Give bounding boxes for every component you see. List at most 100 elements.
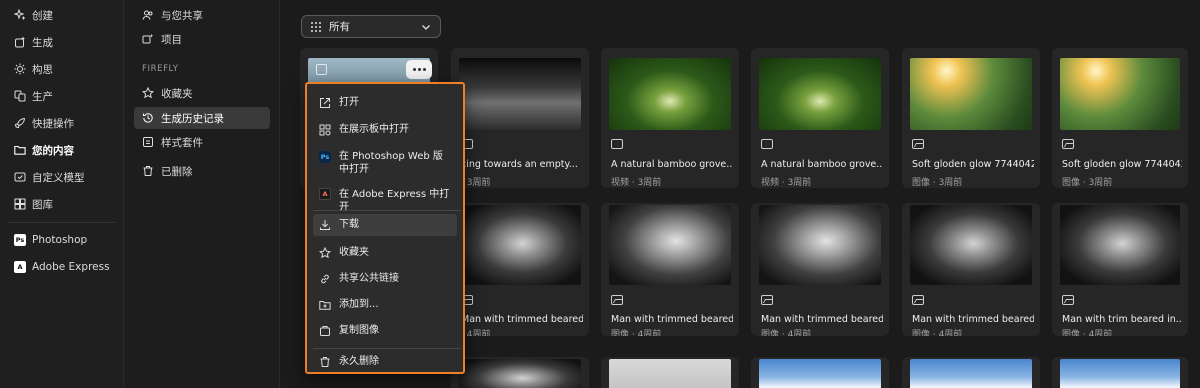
left-rail: 创建 生成 构思 生产 快捷操作 您的内容 自定义模型 图库 Ps Photos… <box>0 0 124 388</box>
image-icon <box>761 295 773 305</box>
asset-card[interactable]: Man with trim beared in... 图像 · 4周前 <box>1052 203 1188 336</box>
folder-add-icon <box>319 299 331 311</box>
asset-type-filter[interactable]: 所有 <box>301 15 441 38</box>
asset-card[interactable] <box>451 357 589 388</box>
asset-thumbnail[interactable] <box>1060 58 1180 130</box>
panel-item-style-kits[interactable]: 样式套件 <box>134 131 270 153</box>
download-icon <box>319 219 331 231</box>
asset-thumbnail[interactable] <box>759 359 881 388</box>
asset-title: Man with trimmed beared... <box>761 314 883 325</box>
asset-thumbnail[interactable] <box>1060 359 1180 388</box>
people-icon <box>142 9 154 21</box>
rail-item-generate[interactable]: 生成 <box>8 30 116 54</box>
rail-item-label: 生成 <box>32 36 53 49</box>
rail-item-quick-actions[interactable]: 快捷操作 <box>8 111 116 135</box>
rail-item-label: 构思 <box>32 63 53 76</box>
section-heading-firefly: FIREFLY <box>142 64 179 74</box>
gallery-icon <box>14 198 26 210</box>
image-icon <box>912 139 924 149</box>
rail-item-label: Photoshop <box>32 234 88 246</box>
asset-thumbnail[interactable] <box>459 205 581 285</box>
asset-card[interactable] <box>751 357 889 388</box>
menu-item-download[interactable]: 下载 <box>313 214 457 236</box>
rail-divider <box>8 222 116 223</box>
asset-card[interactable]: Man with trimmed beared... · 4周前 <box>451 203 589 336</box>
asset-card[interactable]: Man with trimmed beared... 图像 · 4周前 <box>601 203 739 336</box>
menu-item-label: 在 Photoshop Web 版中打开 <box>339 151 443 175</box>
panel-item-generation-history[interactable]: 生成历史记录 <box>134 107 270 129</box>
folder-icon <box>14 144 26 156</box>
asset-title: Man with trimmed beared... <box>611 314 733 325</box>
asset-thumbnail[interactable] <box>910 58 1032 130</box>
adobe-express-icon: A <box>319 188 331 200</box>
link-icon <box>319 273 331 285</box>
image-icon <box>1062 295 1074 305</box>
board-icon <box>319 124 331 136</box>
menu-item-label: 在展示板中打开 <box>339 124 409 135</box>
asset-thumbnail[interactable] <box>609 205 731 285</box>
asset-thumbnail[interactable] <box>609 58 731 130</box>
rail-item-create[interactable]: 创建 <box>8 3 116 27</box>
asset-card[interactable] <box>601 357 739 388</box>
asset-card[interactable]: Man with trimmed beared... 图像 · 4周前 <box>902 203 1040 336</box>
menu-item-open-in-board[interactable]: 在展示板中打开 <box>313 123 457 139</box>
rail-item-ideate[interactable]: 构思 <box>8 57 116 81</box>
select-checkbox[interactable] <box>316 64 327 75</box>
asset-thumbnail[interactable] <box>759 205 881 285</box>
asset-thumbnail[interactable] <box>910 205 1032 285</box>
more-options-button[interactable] <box>406 60 432 79</box>
asset-card[interactable]: A natural bamboo grove... 视频 · 3周前 <box>751 48 889 188</box>
asset-card[interactable] <box>902 357 1040 388</box>
rail-item-produce[interactable]: 生产 <box>8 84 116 108</box>
adobe-express-icon: A <box>14 261 26 273</box>
asset-card[interactable]: Soft gloden glow 77440429... 图像 · 3周前 <box>1052 48 1188 188</box>
filter-value: 所有 <box>329 21 350 33</box>
panel-item-shared-with-you[interactable]: 与您共享 <box>134 4 270 26</box>
asset-meta: 图像 · 3周前 <box>1062 178 1113 188</box>
menu-item-share-public-link[interactable]: 共享公共链接 <box>313 272 457 288</box>
asset-thumbnail[interactable] <box>1060 205 1180 285</box>
menu-item-favorites[interactable]: 收藏夹 <box>313 246 457 262</box>
menu-item-open-in-adobe-express[interactable]: A 在 Adobe Express 中打开 <box>313 188 457 213</box>
panel-item-deleted[interactable]: 已删除 <box>134 160 270 182</box>
star-icon <box>142 87 154 99</box>
panel-item-favorites[interactable]: 收藏夹 <box>134 82 270 104</box>
asset-card[interactable]: A natural bamboo grove... 视频 · 3周前 <box>601 48 739 188</box>
custom-model-icon <box>14 171 26 183</box>
menu-item-add-to[interactable]: 添加到... <box>313 298 457 314</box>
asset-meta: 图像 · 4周前 <box>912 330 963 336</box>
asset-context-menu: 打开 在展示板中打开 Ps 在 Photoshop Web 版中打开 A 在 A… <box>305 82 465 374</box>
asset-title: Man with trimmed beared... <box>461 314 583 325</box>
rail-item-adobe-express[interactable]: A Adobe Express <box>8 255 116 279</box>
asset-card[interactable]: cing towards an empty... · 3周前 <box>451 48 589 188</box>
menu-item-open-in-photoshop-web[interactable]: Ps 在 Photoshop Web 版中打开 <box>313 150 457 178</box>
style-kit-icon <box>142 136 154 148</box>
asset-title: Man with trimmed beared... <box>912 314 1034 325</box>
asset-thumbnail[interactable] <box>459 58 581 130</box>
asset-meta: 图像 · 4周前 <box>611 330 662 336</box>
menu-divider <box>313 348 461 349</box>
rail-item-gallery[interactable]: 图库 <box>8 192 116 216</box>
menu-item-label: 下载 <box>339 219 359 230</box>
asset-thumbnail[interactable] <box>910 359 1032 388</box>
rail-item-custom-models[interactable]: 自定义模型 <box>8 165 116 189</box>
panel-item-label: 收藏夹 <box>161 87 193 100</box>
asset-card[interactable] <box>1052 357 1188 388</box>
panel-item-projects[interactable]: 项目 <box>134 28 270 50</box>
asset-meta: 视频 · 3周前 <box>761 178 812 188</box>
menu-item-delete-forever[interactable]: 永久删除 <box>313 355 457 371</box>
rail-item-photoshop[interactable]: Ps Photoshop <box>8 228 116 252</box>
menu-item-label: 添加到... <box>339 299 379 310</box>
history-icon <box>142 112 154 124</box>
menu-item-copy-image[interactable]: 复制图像 <box>313 324 457 340</box>
asset-card[interactable]: Man with trimmed beared... 图像 · 4周前 <box>751 203 889 336</box>
asset-thumbnail[interactable] <box>459 359 581 388</box>
rail-item-your-content[interactable]: 您的内容 <box>8 138 116 162</box>
sparkle-plus-icon <box>14 9 26 21</box>
asset-thumbnail[interactable] <box>609 359 731 388</box>
panel-item-label: 已删除 <box>161 165 193 178</box>
asset-thumbnail[interactable] <box>759 58 881 130</box>
menu-item-open[interactable]: 打开 <box>313 96 457 112</box>
asset-card[interactable]: Soft gloden glow 77440426... 图像 · 3周前 <box>902 48 1040 188</box>
photoshop-icon: Ps <box>319 151 331 163</box>
